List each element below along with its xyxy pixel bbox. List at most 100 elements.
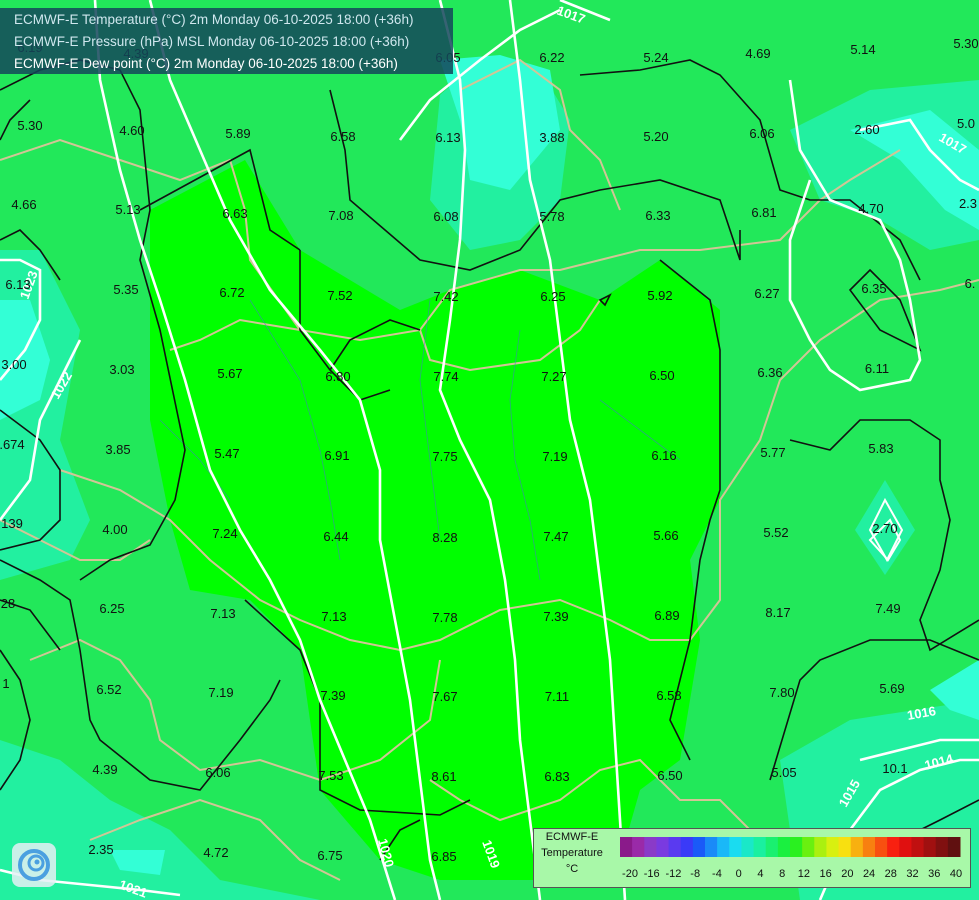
temperature-value: 7.49 xyxy=(875,601,900,616)
header-temperature-line: ECMWF-E Temperature (°C) 2m Monday 06-10… xyxy=(14,12,414,27)
legend-swatch xyxy=(935,837,949,857)
legend-swatch xyxy=(620,837,633,857)
temperature-value: 6.25 xyxy=(540,289,565,304)
legend-swatch xyxy=(777,837,791,857)
legend-tick: 8 xyxy=(779,868,785,880)
temperature-value: 6.13 xyxy=(5,277,30,292)
temperature-value: 28 xyxy=(1,596,15,611)
legend-swatch xyxy=(692,837,706,857)
legend-swatch xyxy=(765,837,779,857)
temperature-value: 2.3 xyxy=(959,196,977,211)
temperature-value: 6.89 xyxy=(654,608,679,623)
temperature-value: 1 xyxy=(2,676,9,691)
temperature-value: 5.78 xyxy=(539,209,564,224)
temperature-value: 6.52 xyxy=(96,682,121,697)
temperature-value: 5.92 xyxy=(647,288,672,303)
legend-tick: 24 xyxy=(863,868,875,880)
legend-swatch xyxy=(656,837,670,857)
temperature-value: 7.19 xyxy=(542,449,567,464)
legend-parameter: Temperature xyxy=(541,847,603,859)
temperature-value: 5.89 xyxy=(225,126,250,141)
temperature-value: 7.53 xyxy=(318,768,343,783)
temperature-value: 5.52 xyxy=(763,525,788,540)
temperature-value: 6.25 xyxy=(99,601,124,616)
temperature-value: 3.00 xyxy=(1,357,26,372)
temperature-value: 6.36 xyxy=(757,365,782,380)
legend-swatch xyxy=(753,837,767,857)
temperature-value: 6.81 xyxy=(751,205,776,220)
legend-swatch xyxy=(802,837,815,857)
temperature-value: 7.11 xyxy=(545,689,569,704)
temperature-value: 6.16 xyxy=(651,448,676,463)
temperature-value: 5.83 xyxy=(868,441,893,456)
temperature-value: 6.27 xyxy=(754,286,779,301)
temperature-value: 7.78 xyxy=(432,610,457,625)
map-canvas: 10171017102310221020 10191021101610141015… xyxy=(0,0,979,900)
temperature-value: 6.33 xyxy=(645,208,670,223)
logo xyxy=(12,843,56,887)
temperature-value: 6.08 xyxy=(433,209,458,224)
temperature-value: 6.50 xyxy=(657,768,682,783)
legend-swatch xyxy=(668,837,682,857)
temperature-value: 7.47 xyxy=(543,529,568,544)
legend-tick: 0 xyxy=(736,868,742,880)
legend-swatch xyxy=(632,837,645,857)
temperature-value: 4.60 xyxy=(119,123,144,138)
legend-tick: 36 xyxy=(928,868,940,880)
temperature-value: 3.85 xyxy=(105,442,130,457)
temperature-value: 7.27 xyxy=(541,369,566,384)
temperature-value: 6.06 xyxy=(749,126,774,141)
temperature-value: 8.28 xyxy=(432,530,457,545)
temperature-value: 6.80 xyxy=(325,369,350,384)
legend-tick: 28 xyxy=(885,868,897,880)
temperature-value: 7.24 xyxy=(212,526,237,541)
temperature-value: 6.50 xyxy=(649,368,674,383)
temperature-value: 6.72 xyxy=(219,285,244,300)
temperature-value: 4.72 xyxy=(203,845,228,860)
temperature-value: 5.67 xyxy=(217,366,242,381)
temperature-value: 4.69 xyxy=(745,46,770,61)
temperature-value: 5.0 xyxy=(957,116,975,131)
temperature-value: 8.17 xyxy=(765,605,790,620)
legend-swatch xyxy=(729,837,742,857)
temperature-value: 6.83 xyxy=(544,769,569,784)
temperature-value: 4.70 xyxy=(858,201,883,216)
temperature-value: 7.13 xyxy=(210,606,235,621)
legend-swatch xyxy=(850,837,864,857)
temperature-value: 10.1 xyxy=(882,761,907,776)
legend-tick: 12 xyxy=(798,868,810,880)
temperature-value: 7.52 xyxy=(327,288,352,303)
legend-tick: -20 xyxy=(622,868,638,880)
temperature-value: 5.14 xyxy=(850,42,875,57)
legend-swatch xyxy=(705,837,718,857)
temperature-value: 2.35 xyxy=(88,842,113,857)
temperature-value: 139 xyxy=(1,516,23,531)
temperature-value: 6. xyxy=(965,276,976,291)
legend-swatch xyxy=(875,837,888,857)
legend-swatch xyxy=(717,837,730,857)
legend-swatch xyxy=(826,837,840,857)
legend: ECMWF-E Temperature °C -20 -16 -12 -8 -4 0 4 8 1… xyxy=(533,828,971,888)
temperature-value: 7.42 xyxy=(433,289,458,304)
legend-tick: -8 xyxy=(690,868,700,880)
header-pressure-line: ECMWF-E Pressure (hPa) MSL Monday 06-10-… xyxy=(14,34,410,49)
legend-swatch xyxy=(644,837,657,857)
temperature-value: 6.22 xyxy=(539,50,564,65)
temperature-value: 7.39 xyxy=(543,609,568,624)
temperature-value: 5.66 xyxy=(653,528,678,543)
temperature-value: 6.85 xyxy=(431,849,456,864)
legend-swatch xyxy=(741,837,755,857)
temperature-value: 6.13 xyxy=(435,130,460,145)
temperature-value: 6.35 xyxy=(861,281,886,296)
temperature-value: 5.13 xyxy=(115,202,140,217)
legend-swatch xyxy=(911,837,925,857)
temperature-value: 5.05 xyxy=(771,765,796,780)
legend-tick: -12 xyxy=(666,868,682,880)
swirl-icon xyxy=(18,849,50,881)
temperature-value: 5.47 xyxy=(214,446,239,461)
temperature-value: 5.30 xyxy=(17,118,42,133)
forecast-header: ECMWF-E Temperature (°C) 2m Monday 06-10… xyxy=(0,8,453,74)
legend-swatch xyxy=(923,837,937,857)
legend-swatch xyxy=(680,837,694,857)
temperature-value: 5.30 xyxy=(953,36,978,51)
